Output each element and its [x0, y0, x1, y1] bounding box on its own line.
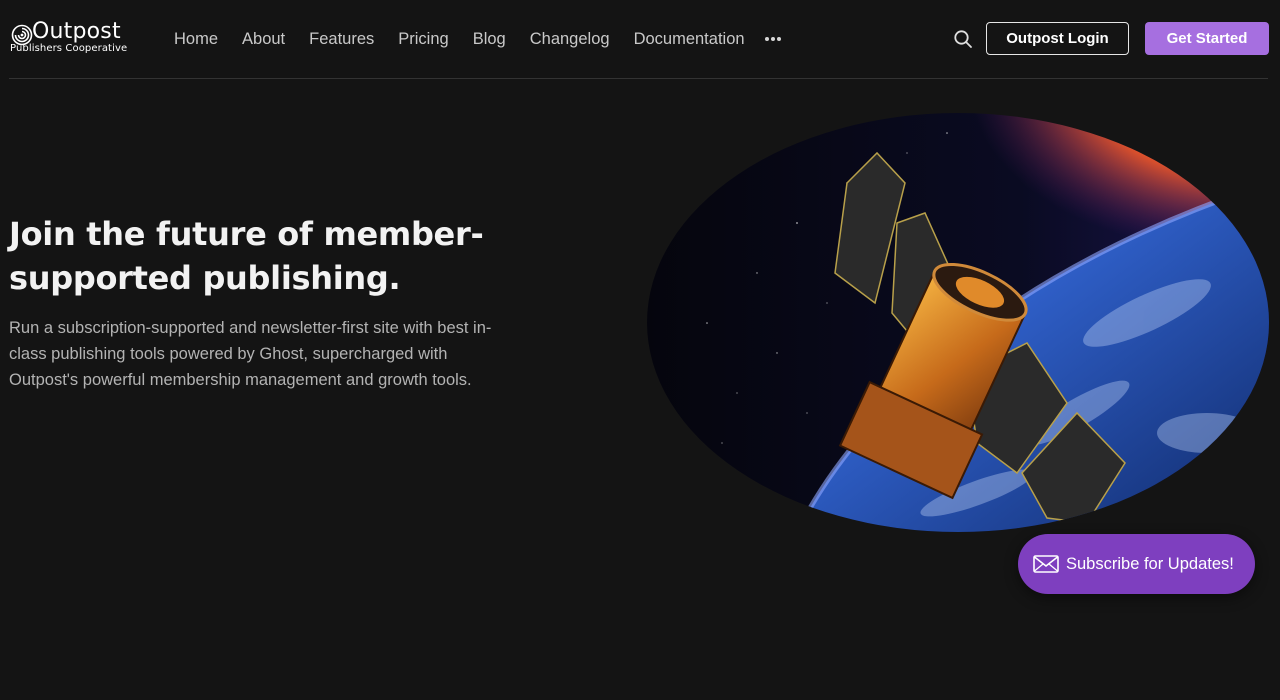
header-divider — [9, 78, 1268, 79]
envelope-icon — [1033, 555, 1059, 573]
brand-tagline: Publishers Cooperative — [10, 43, 128, 54]
nav-item-pricing[interactable]: Pricing — [398, 28, 448, 50]
nav-item-about[interactable]: About — [242, 28, 285, 50]
login-button[interactable]: Outpost Login — [986, 22, 1129, 55]
get-started-button[interactable]: Get Started — [1145, 22, 1269, 55]
nav-item-changelog[interactable]: Changelog — [530, 28, 610, 50]
ellipsis-icon[interactable] — [764, 28, 781, 50]
nav-item-home[interactable]: Home — [174, 28, 218, 50]
page: Outpost Publishers Cooperative Home Abou… — [0, 0, 1280, 700]
hero-description: Run a subscription-supported and newslet… — [9, 319, 492, 389]
search-icon[interactable] — [952, 28, 974, 50]
site-header: Outpost Publishers Cooperative Home Abou… — [0, 0, 1280, 78]
brand-name: Outpost — [32, 19, 121, 44]
hero-title: Join the future of member-supported publ… — [9, 215, 484, 297]
nav-item-blog[interactable]: Blog — [473, 28, 506, 50]
nav-item-features[interactable]: Features — [309, 28, 374, 50]
subscribe-label: Subscribe for Updates! — [1066, 555, 1234, 573]
subscribe-button[interactable]: Subscribe for Updates! — [1018, 534, 1255, 594]
site-logo[interactable]: Outpost Publishers Cooperative — [10, 19, 155, 56]
nav-item-documentation[interactable]: Documentation — [634, 28, 745, 50]
hero-satellite-image — [647, 113, 1269, 532]
main-nav: Home About Features Pricing Blog Changel… — [174, 28, 781, 50]
